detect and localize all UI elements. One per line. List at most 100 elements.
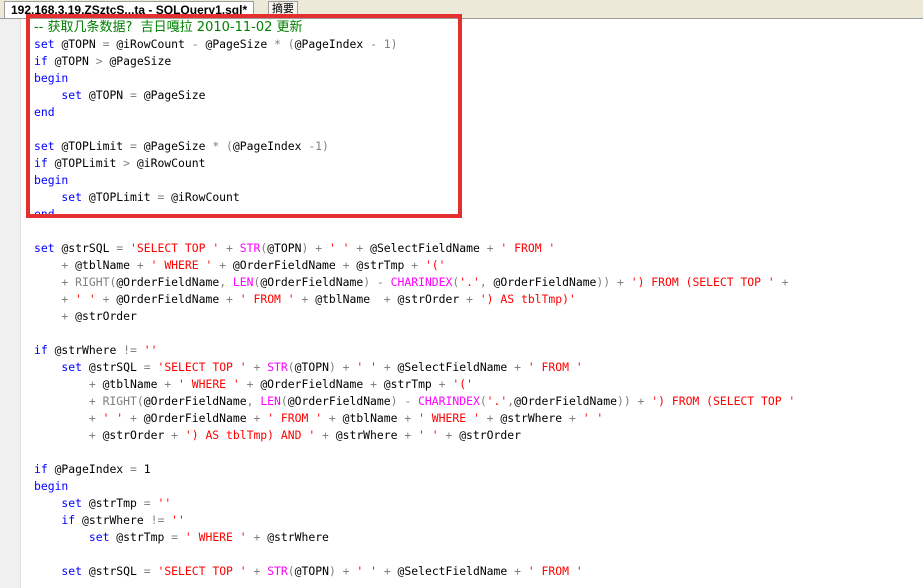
code-token: if: [34, 513, 83, 527]
code-token: @strWhere: [54, 343, 124, 357]
code-token: ' ': [356, 360, 384, 374]
code-token: ' ': [356, 564, 384, 578]
code-token: @OrderFieldName: [260, 377, 371, 391]
code-token: +: [171, 428, 185, 442]
code-token: +: [342, 258, 357, 272]
code-token: '': [157, 496, 172, 510]
code-token: @strTmp: [116, 530, 172, 544]
code-line: set @strSQL = 'SELECT TOP ' + STR(@TOPN)…: [34, 563, 582, 580]
code-token: @SelectFieldName: [370, 241, 487, 255]
code-token: set: [34, 37, 62, 51]
code-token: LEN: [260, 394, 281, 408]
code-line: if @strWhere != '': [34, 512, 184, 529]
code-token: =: [130, 88, 144, 102]
code-token: @strSQL: [88, 564, 144, 578]
code-token: @iRowCount: [136, 156, 206, 170]
code-token: +: [226, 292, 240, 306]
code-line: set @strTmp = '': [34, 495, 171, 512]
code-token: (: [287, 360, 295, 374]
code-token: +: [411, 258, 425, 272]
code-line: + ' ' + @OrderFieldName + ' FROM ' + @tb…: [34, 291, 575, 308]
code-token: >: [95, 54, 110, 68]
code-token: )) +: [616, 394, 652, 408]
code-line: set @strSQL = 'SELECT TOP ' + STR(@TOPN)…: [34, 359, 582, 376]
code-token: @tblName: [315, 292, 384, 306]
code-token: set: [34, 88, 89, 102]
code-token: '.': [486, 394, 508, 408]
code-token: +: [219, 258, 233, 272]
code-token: @OrderFieldName: [493, 275, 597, 289]
tab-sqlquery[interactable]: 192.168.3.19.ZSztcS...ta - SQLQuery1.sql…: [4, 1, 255, 18]
code-token: +: [514, 564, 528, 578]
code-token: +: [322, 428, 336, 442]
code-token: set: [34, 564, 89, 578]
code-token: ' FROM ': [239, 292, 302, 306]
code-token: RIGHT: [75, 275, 110, 289]
code-token: +: [486, 411, 501, 425]
code-token: @TOPLimit: [88, 190, 158, 204]
code-token: ' ': [102, 411, 131, 425]
code-line: set @TOPN = @PageSize: [34, 87, 205, 104]
code-token: @iRowCount: [171, 190, 240, 204]
code-line: + RIGHT(@OrderFieldName, LEN(@OrderField…: [34, 393, 795, 410]
code-token: set: [34, 241, 62, 255]
code-token: ' ': [418, 428, 446, 442]
code-token: * (: [212, 139, 233, 153]
code-token: if: [34, 462, 55, 476]
code-token: @TOPN: [88, 88, 131, 102]
code-token: ' FROM ': [500, 241, 556, 255]
code-token: ) -: [363, 275, 391, 289]
code-token: '.': [459, 275, 480, 289]
code-token: +: [568, 411, 583, 425]
code-token: ,: [219, 275, 233, 289]
code-token: @PageIndex: [232, 139, 309, 153]
code-token: +: [383, 360, 398, 374]
code-token: +: [246, 377, 261, 391]
code-token: set: [34, 190, 89, 204]
code-token: if: [34, 156, 55, 170]
code-token: ) +: [301, 241, 329, 255]
code-token: if: [34, 343, 55, 357]
code-line: + @tblName + ' WHERE ' + @OrderFieldName…: [34, 376, 473, 393]
code-token: CHARINDEX: [390, 275, 453, 289]
code-token: ' ': [75, 292, 103, 306]
code-token: +: [34, 411, 103, 425]
code-token: @OrderFieldName: [287, 394, 391, 408]
tab-summary[interactable]: 摘要: [268, 1, 298, 17]
code-token: ' WHERE ': [418, 411, 487, 425]
code-line: begin: [34, 70, 68, 87]
code-token: +: [466, 292, 480, 306]
code-token: +: [253, 360, 268, 374]
code-token: @TOPN: [54, 54, 96, 68]
code-token: +: [102, 292, 117, 306]
code-line: end: [34, 104, 55, 121]
code-token: @tblName: [102, 377, 165, 391]
code-token: =: [143, 360, 158, 374]
code-token: +: [136, 258, 151, 272]
code-line: set @TOPN = @iRowCount - @PageSize * (@P…: [34, 36, 398, 53]
sql-editor[interactable]: -- 获取几条数据? 吉日嘎拉 2010-11-02 更新 set @TOPN =…: [21, 19, 923, 588]
code-token: =: [130, 462, 144, 476]
code-token: @PageSize: [205, 37, 275, 51]
code-token: ' WHERE ': [178, 377, 247, 391]
code-token: (: [287, 564, 295, 578]
code-token: @OrderFieldName: [143, 394, 247, 408]
code-token: +: [34, 309, 76, 323]
code-token: +: [34, 377, 103, 391]
code-line: begin: [34, 478, 68, 495]
code-token: @TOPN: [294, 564, 329, 578]
code-token: +: [34, 428, 103, 442]
code-line: set @TOPLimit = @iRowCount: [34, 189, 240, 206]
code-token: =: [102, 37, 117, 51]
code-line: + ' ' + @OrderFieldName + ' FROM ' + @tb…: [34, 410, 603, 427]
code-token: -: [191, 37, 206, 51]
code-token: ' ': [582, 411, 604, 425]
code-token: ' FROM ': [267, 411, 329, 425]
code-token: +: [514, 360, 528, 374]
code-token: +: [383, 292, 398, 306]
code-line: + @tblName + ' WHERE ' + @OrderFieldName…: [34, 257, 445, 274]
code-token: '': [143, 343, 158, 357]
code-token: @PageIndex: [54, 462, 131, 476]
code-token: ' WHERE ': [150, 258, 220, 272]
code-token: 1: [143, 462, 151, 476]
